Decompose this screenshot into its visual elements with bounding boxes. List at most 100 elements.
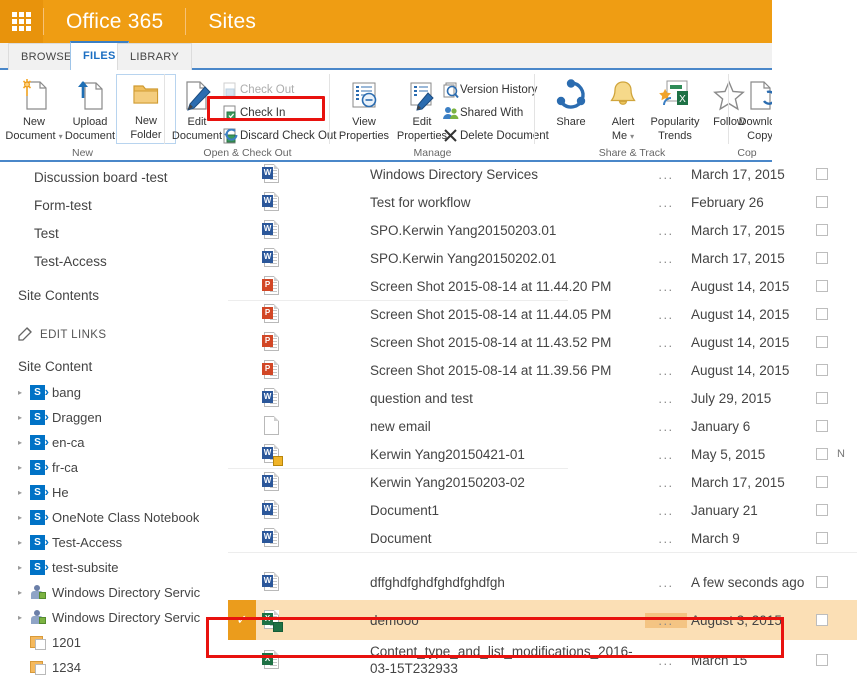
document-name-cell[interactable]: Windows Directory Services bbox=[296, 166, 645, 183]
tree-item-test-subsite[interactable]: ▸Stest-subsite bbox=[0, 555, 228, 580]
tree-item-1201[interactable]: 1201 bbox=[0, 630, 228, 655]
table-row[interactable]: W Kerwin Yang20150203-02... March 17, 2015 bbox=[228, 468, 857, 496]
discard-check-out-button[interactable]: Discard Check Out bbox=[220, 126, 337, 145]
row-flag-checkbox[interactable] bbox=[807, 308, 837, 320]
expand-arrow-icon[interactable]: ▸ bbox=[18, 538, 30, 547]
row-context-menu-button[interactable]: ... bbox=[645, 307, 687, 322]
check-out-button[interactable]: Check Out bbox=[220, 80, 294, 99]
row-context-menu-button[interactable]: ... bbox=[645, 612, 687, 628]
row-flag-checkbox[interactable] bbox=[807, 532, 837, 544]
document-name-cell[interactable]: dffghdfghdfghdfghdfgh bbox=[296, 574, 645, 591]
expand-arrow-icon[interactable]: ▸ bbox=[18, 513, 30, 522]
expand-arrow-icon[interactable]: ▸ bbox=[18, 588, 30, 597]
table-row[interactable]: P Screen Shot 2015-08-14 at 11.43.52 PM..… bbox=[228, 328, 857, 356]
row-context-menu-button[interactable]: ... bbox=[645, 363, 687, 378]
table-row[interactable]: P Screen Shot 2015-08-14 at 11.44.05 PM..… bbox=[228, 300, 857, 328]
office365-brand-link[interactable]: Office 365 bbox=[44, 0, 185, 43]
sites-link[interactable]: Sites bbox=[186, 0, 278, 43]
expand-arrow-icon[interactable]: ▸ bbox=[18, 438, 30, 447]
row-context-menu-button[interactable]: ... bbox=[645, 575, 687, 590]
download-a-copy-button[interactable]: Downloa Copy bbox=[731, 76, 772, 142]
table-row[interactable]: W Test for workflow... February 26 bbox=[228, 188, 857, 216]
tree-item-fr-ca[interactable]: ▸Sfr-ca bbox=[0, 455, 228, 480]
quicklaunch-item-test[interactable]: Test bbox=[0, 220, 228, 248]
row-flag-checkbox[interactable] bbox=[807, 224, 837, 236]
table-row[interactable]: W Windows Directory Services... March 17, … bbox=[228, 160, 857, 188]
table-row[interactable]: Wdffghdfghdfghdfghdfgh... A few seconds a… bbox=[228, 568, 857, 596]
document-name-cell[interactable]: Content_type_and_list_modifications_2016… bbox=[296, 643, 645, 677]
expand-arrow-icon[interactable]: ▸ bbox=[18, 613, 30, 622]
share-button[interactable]: Share bbox=[541, 76, 601, 128]
expand-arrow-icon[interactable]: ▸ bbox=[18, 563, 30, 572]
expand-arrow-icon[interactable]: ▸ bbox=[18, 388, 30, 397]
expand-arrow-icon[interactable]: ▸ bbox=[18, 413, 30, 422]
table-row[interactable]: W Kerwin Yang20150421-01... May 5, 2015 N bbox=[228, 440, 857, 468]
quicklaunch-item-form-test[interactable]: Form-test bbox=[0, 192, 228, 220]
row-context-menu-button[interactable]: ... bbox=[645, 531, 687, 546]
document-name-cell[interactable]: SPO.Kerwin Yang20150203.01 bbox=[296, 222, 645, 239]
table-row[interactable]: W Document1... January 21 bbox=[228, 496, 857, 524]
quicklaunch-item-site-contents[interactable]: Site Contents bbox=[0, 282, 228, 310]
document-name-cell[interactable]: Document1 bbox=[296, 502, 645, 519]
table-row[interactable]: P Screen Shot 2015-08-14 at 11.44.20 PM..… bbox=[228, 272, 857, 300]
row-flag-checkbox[interactable] bbox=[807, 168, 837, 180]
row-context-menu-button[interactable]: ... bbox=[645, 335, 687, 350]
edit-document-button[interactable]: Edit Document bbox=[167, 76, 227, 142]
row-context-menu-button[interactable]: ... bbox=[645, 167, 687, 182]
document-name-cell[interactable]: Screen Shot 2015-08-14 at 11.44.05 PM bbox=[296, 306, 645, 323]
table-row[interactable]: new email... January 6 bbox=[228, 412, 857, 440]
edit-links-button[interactable]: EDIT LINKS bbox=[0, 322, 228, 348]
row-context-menu-button[interactable]: ... bbox=[645, 279, 687, 294]
row-context-menu-button[interactable]: ... bbox=[645, 195, 687, 210]
document-name-cell[interactable]: Kerwin Yang20150421-01 bbox=[296, 446, 645, 463]
row-context-menu-button[interactable]: ... bbox=[645, 447, 687, 462]
row-flag-checkbox[interactable] bbox=[807, 476, 837, 488]
row-flag-checkbox[interactable] bbox=[807, 654, 837, 666]
document-name-cell[interactable]: Kerwin Yang20150203-02 bbox=[296, 474, 645, 491]
row-flag-checkbox[interactable] bbox=[807, 364, 837, 376]
row-context-menu-button[interactable]: ... bbox=[645, 391, 687, 406]
tree-item-en-ca[interactable]: ▸Sen-ca bbox=[0, 430, 228, 455]
document-name-cell[interactable]: Document bbox=[296, 530, 645, 547]
version-history-button[interactable]: Version History bbox=[440, 80, 537, 99]
row-flag-checkbox[interactable] bbox=[807, 576, 837, 588]
upload-document-button[interactable]: Upload Document bbox=[60, 76, 120, 142]
row-flag-checkbox[interactable] bbox=[807, 448, 837, 460]
table-row[interactable]: W SPO.Kerwin Yang20150203.01... March 17, … bbox=[228, 216, 857, 244]
table-row[interactable]: P Screen Shot 2015-08-14 at 11.39.56 PM..… bbox=[228, 356, 857, 384]
expand-arrow-icon[interactable]: ▸ bbox=[18, 488, 30, 497]
document-name-cell[interactable]: Screen Shot 2015-08-14 at 11.43.52 PM bbox=[296, 334, 645, 351]
check-in-button[interactable]: Check In bbox=[220, 103, 285, 122]
document-name-cell[interactable]: question and test bbox=[296, 390, 645, 407]
table-row[interactable]: X Content_type_and_list_modifications_201… bbox=[228, 640, 857, 680]
tree-item-windows-directory-servic[interactable]: ▸ Windows Directory Servic bbox=[0, 605, 228, 630]
shared-with-button[interactable]: Shared With bbox=[440, 103, 523, 122]
document-name-cell[interactable]: Screen Shot 2015-08-14 at 11.44.20 PM bbox=[296, 278, 645, 295]
row-flag-checkbox[interactable] bbox=[807, 614, 837, 626]
row-flag-checkbox[interactable] bbox=[807, 280, 837, 292]
expand-arrow-icon[interactable]: ▸ bbox=[18, 463, 30, 472]
row-context-menu-button[interactable]: ... bbox=[645, 653, 687, 668]
tree-item-draggen[interactable]: ▸SDraggen bbox=[0, 405, 228, 430]
row-flag-checkbox[interactable] bbox=[807, 196, 837, 208]
document-name-cell[interactable]: Test for workflow bbox=[296, 194, 645, 211]
app-launcher-icon[interactable] bbox=[0, 0, 43, 43]
tree-item-1234[interactable]: 1234 bbox=[0, 655, 228, 680]
row-context-menu-button[interactable]: ... bbox=[645, 223, 687, 238]
quicklaunch-item-test-access[interactable]: Test-Access bbox=[0, 248, 228, 276]
tree-item-onenote-class-notebook[interactable]: ▸SOneNote Class Notebook bbox=[0, 505, 228, 530]
document-name-cell[interactable]: Screen Shot 2015-08-14 at 11.39.56 PM bbox=[296, 362, 645, 379]
tab-library[interactable]: LIBRARY bbox=[117, 43, 192, 70]
document-name-cell[interactable]: demooo bbox=[296, 612, 645, 629]
row-flag-checkbox[interactable] bbox=[807, 420, 837, 432]
tree-item-test-access[interactable]: ▸STest-Access bbox=[0, 530, 228, 555]
tree-item-windows-directory-servic[interactable]: ▸ Windows Directory Servic bbox=[0, 580, 228, 605]
row-flag-checkbox[interactable] bbox=[807, 252, 837, 264]
quicklaunch-item-discussion-board-test[interactable]: Discussion board -test bbox=[0, 164, 228, 192]
table-row[interactable]: W Document... March 9 bbox=[228, 524, 857, 552]
document-name-cell[interactable]: new email bbox=[296, 418, 645, 435]
table-row[interactable]: ✓ Xdemooo... August 3, 2015 bbox=[228, 600, 857, 640]
row-select-checkbox[interactable]: ✓ bbox=[228, 600, 256, 640]
tree-item-bang[interactable]: ▸Sbang bbox=[0, 380, 228, 405]
table-row[interactable]: Wquestion and test... July 29, 2015 bbox=[228, 384, 857, 412]
